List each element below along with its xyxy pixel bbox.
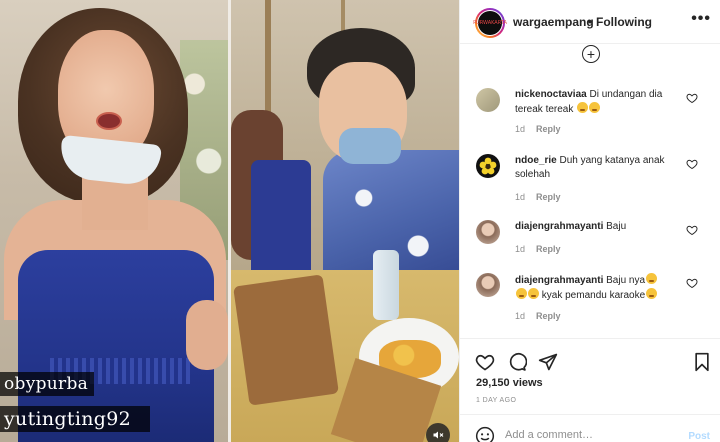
post-timestamp[interactable]: 1 DAY AGO <box>476 397 516 404</box>
paper-bag <box>233 274 339 406</box>
comment-text: Baju nya <box>606 275 646 286</box>
comment-age: 1d <box>515 244 526 254</box>
comment-age: 1d <box>515 192 526 202</box>
water-bottle <box>373 250 399 320</box>
save-bookmark-icon[interactable] <box>692 352 712 372</box>
commenter-avatar[interactable] <box>476 88 500 112</box>
reply-button[interactable]: Reply <box>536 244 561 254</box>
flower-icon <box>479 157 497 175</box>
emoji-icon <box>589 102 601 113</box>
mute-button[interactable] <box>426 423 450 442</box>
overlay-username-tag: yutingting92 <box>0 406 150 432</box>
account-avatar-image: PURWAKARTA <box>473 11 507 35</box>
comment-username[interactable]: ndoe_rie <box>515 155 557 166</box>
post-header: PURWAKARTA wargaempang • Following ••• <box>460 0 720 44</box>
emoji-icon <box>646 273 658 284</box>
post-comment-button[interactable]: Post <box>688 431 710 442</box>
commenter-avatar[interactable] <box>476 220 500 244</box>
emoji-icon <box>646 288 658 299</box>
comment-age: 1d <box>515 311 526 321</box>
more-options-icon[interactable]: ••• <box>691 10 711 28</box>
emoji-picker-icon[interactable] <box>475 426 495 442</box>
following-button[interactable]: Following <box>596 15 652 29</box>
video-panel-right <box>231 0 459 442</box>
like-heart-icon[interactable] <box>686 277 698 289</box>
reply-button[interactable]: Reply <box>536 192 561 202</box>
comment-username[interactable]: diajengrahmayanti <box>515 221 603 232</box>
emoji-icon <box>516 288 527 299</box>
face-mask <box>339 128 401 164</box>
reply-button[interactable]: Reply <box>536 311 561 321</box>
account-username[interactable]: wargaempang <box>513 15 594 29</box>
emoji-icon <box>528 288 539 299</box>
blue-chair <box>251 160 311 280</box>
commenter-avatar[interactable] <box>476 154 500 178</box>
comment-icon[interactable] <box>507 352 527 372</box>
comment-input[interactable] <box>505 429 675 441</box>
woman-mouth <box>96 112 122 130</box>
account-avatar[interactable]: PURWAKARTA <box>473 8 507 38</box>
like-heart-icon[interactable] <box>686 92 698 104</box>
comment-text: Baju <box>606 221 627 232</box>
like-heart-icon[interactable] <box>686 158 698 170</box>
overlay-username-tag: obypurba <box>0 372 94 396</box>
woman-arm <box>186 300 228 370</box>
post-sidebar: PURWAKARTA wargaempang • Following ••• +… <box>459 0 720 442</box>
comment-username[interactable]: diajengrahmayanti <box>515 275 603 286</box>
video-panel-left: obypurba yutingting92 <box>0 0 228 442</box>
like-heart-icon[interactable] <box>686 224 698 236</box>
header-separator: • <box>588 15 593 29</box>
load-more-comments-button[interactable]: + <box>582 45 600 63</box>
speaker-muted-icon <box>433 431 444 439</box>
comment-username[interactable]: nickenoctaviaa <box>515 89 587 100</box>
comment-age: 1d <box>515 124 526 134</box>
comment-text-continued: kyak pemandu karaoke <box>541 290 646 301</box>
view-count[interactable]: 29,150 views <box>476 377 543 389</box>
emoji-icon <box>577 102 589 113</box>
reply-button[interactable]: Reply <box>536 124 561 134</box>
heart-icon[interactable] <box>475 352 495 372</box>
post-media[interactable]: obypurba yutingting92 <box>0 0 459 442</box>
commenter-avatar[interactable] <box>476 273 500 297</box>
share-icon[interactable] <box>538 352 558 372</box>
add-comment-bar: Post <box>460 414 720 442</box>
